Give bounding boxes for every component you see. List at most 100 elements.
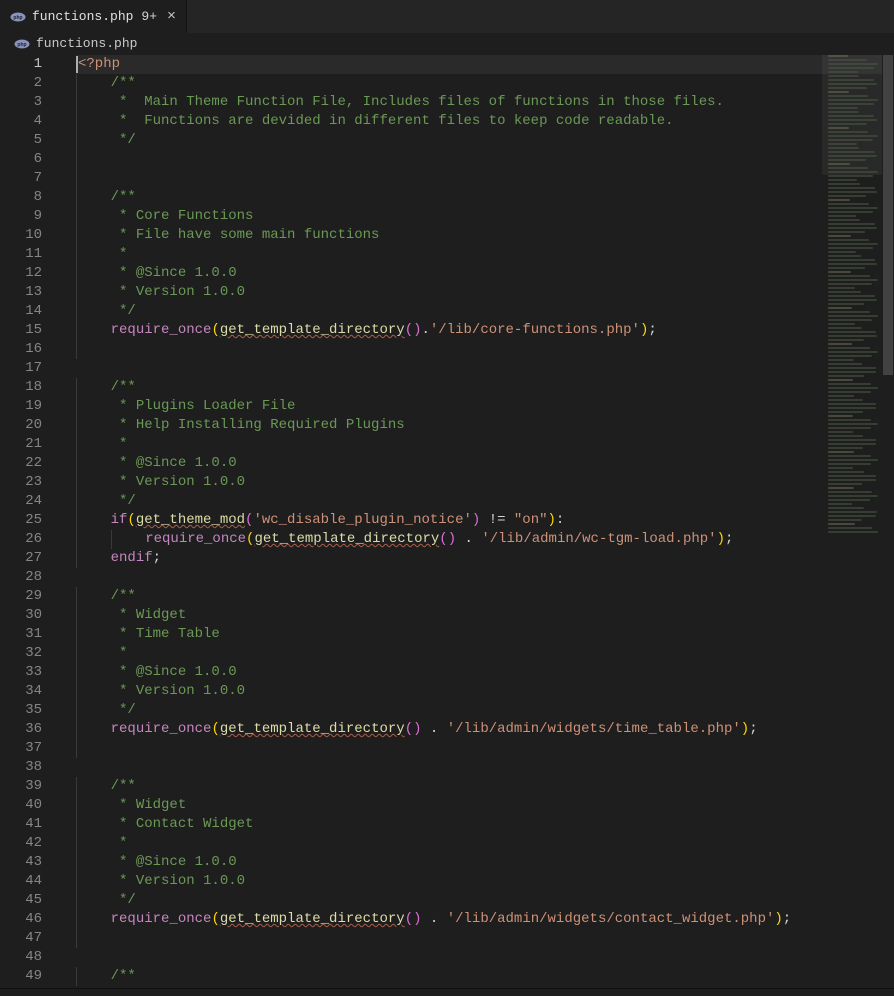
line-number: 28 xyxy=(0,568,42,587)
token: * @Since 1.0.0 xyxy=(111,264,237,283)
token: */ xyxy=(111,701,136,720)
line-number: 7 xyxy=(0,169,42,188)
code-line[interactable]: /** xyxy=(76,188,894,207)
code-line[interactable]: * Core Functions xyxy=(76,207,894,226)
code-line[interactable]: * Functions are devided in different fil… xyxy=(76,112,894,131)
token: ( xyxy=(211,910,219,929)
code-line[interactable]: require_once(get_template_directory() . … xyxy=(76,530,894,549)
code-line[interactable]: */ xyxy=(76,891,894,910)
code-line[interactable]: */ xyxy=(76,131,894,150)
tab-bar: php functions.php 9+ × xyxy=(0,0,894,33)
code-line[interactable]: * Time Table xyxy=(76,625,894,644)
code-area[interactable]: <?php /** * Main Theme Function File, In… xyxy=(76,55,894,988)
vertical-scrollbar[interactable] xyxy=(882,55,894,988)
line-number: 20 xyxy=(0,416,42,435)
code-line[interactable]: * Version 1.0.0 xyxy=(76,682,894,701)
code-line[interactable]: */ xyxy=(76,701,894,720)
code-line[interactable] xyxy=(76,359,894,378)
token: */ xyxy=(111,492,136,511)
tab-functions-php[interactable]: php functions.php 9+ × xyxy=(0,0,187,33)
code-line[interactable]: * Version 1.0.0 xyxy=(76,283,894,302)
token: * @Since 1.0.0 xyxy=(111,663,237,682)
code-line[interactable]: /** xyxy=(76,587,894,606)
scrollbar-thumb[interactable] xyxy=(883,55,893,375)
code-line[interactable] xyxy=(76,340,894,359)
code-line[interactable]: * Version 1.0.0 xyxy=(76,473,894,492)
line-number: 45 xyxy=(0,891,42,910)
token: * File have some main functions xyxy=(111,226,380,245)
token: * Version 1.0.0 xyxy=(111,473,245,492)
code-line[interactable]: * xyxy=(76,644,894,663)
code-line[interactable]: /** xyxy=(76,74,894,93)
line-number-gutter: 1234567891011121314151617181920212223242… xyxy=(0,55,60,988)
code-line[interactable]: * @Since 1.0.0 xyxy=(76,264,894,283)
token: 'wc_disable_plugin_notice' xyxy=(253,511,471,530)
token: * Time Table xyxy=(111,625,220,644)
code-editor[interactable]: 1234567891011121314151617181920212223242… xyxy=(0,55,894,988)
code-line[interactable] xyxy=(76,948,894,967)
code-line[interactable] xyxy=(76,169,894,188)
token: /** xyxy=(111,967,136,986)
code-line[interactable]: require_once(get_template_directory().'/… xyxy=(76,321,894,340)
code-line[interactable]: /** xyxy=(76,777,894,796)
line-number: 44 xyxy=(0,872,42,891)
code-line[interactable]: * @Since 1.0.0 xyxy=(76,454,894,473)
code-line[interactable]: endif; xyxy=(76,549,894,568)
token: ( xyxy=(245,511,253,530)
code-line[interactable]: require_once(get_template_directory() . … xyxy=(76,720,894,739)
code-line[interactable]: */ xyxy=(76,302,894,321)
code-line[interactable]: * xyxy=(76,435,894,454)
token: ; xyxy=(648,321,656,340)
code-line[interactable]: * xyxy=(76,834,894,853)
token: */ xyxy=(111,302,136,321)
line-number: 16 xyxy=(0,340,42,359)
code-line[interactable]: * @Since 1.0.0 xyxy=(76,853,894,872)
line-number: 15 xyxy=(0,321,42,340)
token: ) xyxy=(774,910,782,929)
code-line[interactable]: if(get_theme_mod('wc_disable_plugin_noti… xyxy=(76,511,894,530)
code-line[interactable]: <?php xyxy=(76,55,894,74)
code-line[interactable]: */ xyxy=(76,492,894,511)
code-line[interactable]: require_once(get_template_directory() . … xyxy=(76,910,894,929)
code-line[interactable]: * Help Installing Required Plugins xyxy=(76,416,894,435)
token: . xyxy=(422,720,447,739)
token: if xyxy=(111,511,128,530)
code-line[interactable] xyxy=(76,739,894,758)
line-number: 3 xyxy=(0,93,42,112)
token: ; xyxy=(749,720,757,739)
line-number: 42 xyxy=(0,834,42,853)
code-line[interactable]: * Main Theme Function File, Includes fil… xyxy=(76,93,894,112)
code-line[interactable] xyxy=(76,929,894,948)
token: /** xyxy=(111,777,136,796)
code-line[interactable]: * Version 1.0.0 xyxy=(76,872,894,891)
line-number: 2 xyxy=(0,74,42,93)
token: * xyxy=(111,644,128,663)
breadcrumb-filename[interactable]: functions.php xyxy=(36,36,137,51)
code-line[interactable]: /** xyxy=(76,378,894,397)
svg-text:php: php xyxy=(13,15,22,21)
code-line[interactable]: * Widget xyxy=(76,796,894,815)
token: * Core Functions xyxy=(111,207,254,226)
line-number: 29 xyxy=(0,587,42,606)
code-line[interactable] xyxy=(76,758,894,777)
code-line[interactable]: * Widget xyxy=(76,606,894,625)
minimap[interactable] xyxy=(822,55,882,988)
token: ; xyxy=(153,549,161,568)
code-line[interactable]: * xyxy=(76,245,894,264)
token: ?php xyxy=(86,55,120,74)
code-line[interactable]: /** xyxy=(76,967,894,986)
token: * Version 1.0.0 xyxy=(111,283,245,302)
token: * Version 1.0.0 xyxy=(111,682,245,701)
line-number: 23 xyxy=(0,473,42,492)
code-line[interactable] xyxy=(76,150,894,169)
code-line[interactable]: * @Since 1.0.0 xyxy=(76,663,894,682)
code-line[interactable]: * Contact Widget xyxy=(76,815,894,834)
close-icon[interactable]: × xyxy=(167,9,176,24)
code-line[interactable] xyxy=(76,568,894,587)
code-line[interactable]: * File have some main functions xyxy=(76,226,894,245)
line-number: 5 xyxy=(0,131,42,150)
token: : xyxy=(556,511,564,530)
token: require_once xyxy=(111,720,212,739)
code-line[interactable]: * Plugins Loader File xyxy=(76,397,894,416)
token: require_once xyxy=(111,321,212,340)
